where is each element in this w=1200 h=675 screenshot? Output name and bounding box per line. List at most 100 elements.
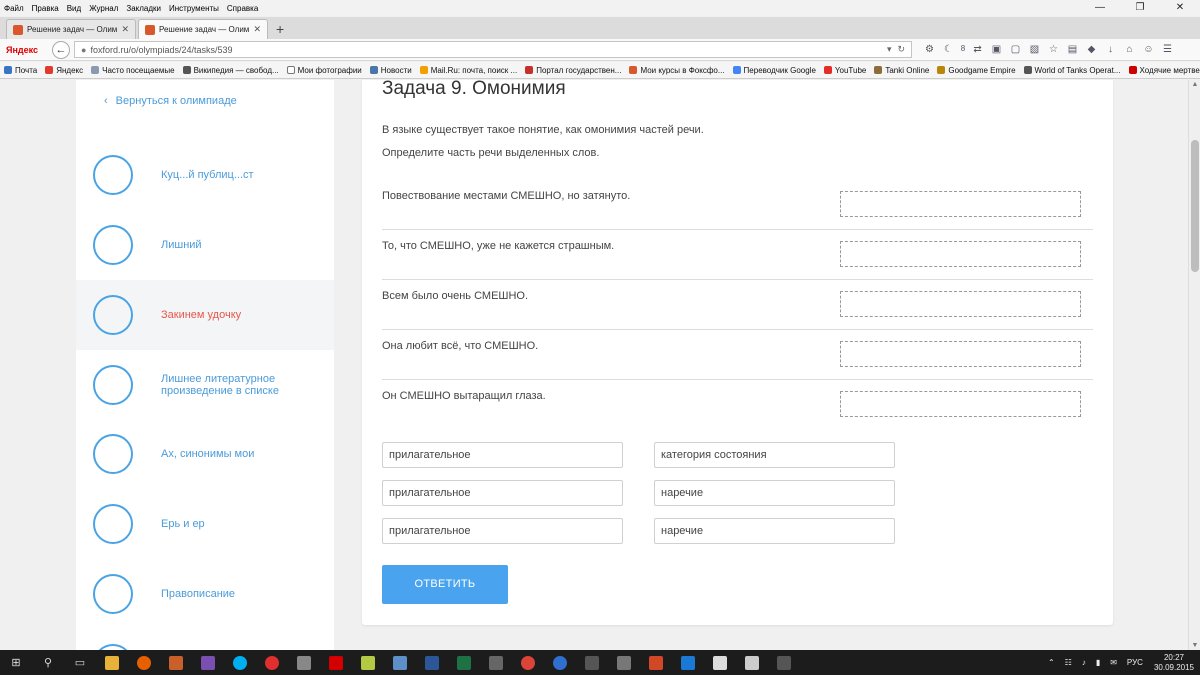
chat-icon[interactable]: ☺ [1139,44,1158,55]
answer-drop-zone[interactable] [840,241,1081,267]
onedrive-icon[interactable] [550,655,570,671]
search-icon[interactable]: ⚲ [38,655,58,671]
addon-icon[interactable]: ▧ [1025,44,1044,55]
bookmark-item[interactable]: Переводчик Google [732,66,816,75]
menu-bookmarks[interactable]: Закладки [126,4,161,13]
yandex-icon[interactable] [326,655,346,671]
app-icon[interactable] [774,655,794,671]
lesson-item-active[interactable]: Закинем удочку [76,280,334,350]
answer-option-chip[interactable]: наречие [654,480,895,506]
answer-option-chip[interactable]: прилагательное [382,442,623,468]
powerpoint-icon[interactable] [646,655,666,671]
answer-option-chip[interactable]: категория состояния [654,442,895,468]
calculator-icon[interactable] [742,655,762,671]
bookmark-star-icon[interactable]: ☆ [1044,44,1063,55]
bookmark-item[interactable]: Ходячие мертвецы (5 ... [1128,66,1200,75]
screenshot-icon[interactable]: ▢ [1006,44,1025,55]
tab-close-icon[interactable]: ✕ [121,24,129,35]
word-icon[interactable] [422,655,442,671]
menu-tools[interactable]: Инструменты [169,4,219,13]
bookmark-item[interactable]: YouTube [823,66,866,75]
bookmark-item[interactable]: Tanki Online [874,66,929,75]
excel-icon[interactable] [454,655,474,671]
download-icon[interactable]: ↓ [1101,44,1120,55]
back-arrow-icon[interactable]: ← [52,40,71,59]
lesson-item[interactable]: Куц...й публиц...ст [76,140,334,210]
reload-icon[interactable]: ↻ [897,44,905,55]
bookmark-item[interactable]: Часто посещаемые [91,66,175,75]
answer-option-chip[interactable]: прилагательное [382,480,623,506]
menu-history[interactable]: Журнал [89,4,118,13]
yandex-logo[interactable]: Яндекс [6,45,38,55]
tab-close-icon[interactable]: ✕ [253,24,261,35]
clock[interactable]: 20:27 30.09.2015 [1154,653,1194,673]
network-icon[interactable]: ☷ [1065,658,1072,667]
bookmark-item[interactable]: Мои фотографии [286,66,362,75]
app-icon[interactable] [390,655,410,671]
menu-icon[interactable]: ☰ [1158,44,1177,55]
app-icon[interactable] [166,655,186,671]
answer-drop-zone[interactable] [840,291,1081,317]
scrollbar-thumb[interactable] [1191,140,1199,272]
dropdown-icon[interactable]: ▾ [887,44,892,55]
extension-icon[interactable]: ⚙ [920,44,939,55]
lesson-item[interactable] [76,629,334,650]
store-icon[interactable] [710,655,730,671]
language-indicator[interactable]: РУС [1127,658,1143,667]
submit-answer-button[interactable]: ОТВЕТИТЬ [382,565,508,604]
close-icon[interactable]: ✕ [1160,0,1200,16]
lesson-item[interactable]: Лишний [76,210,334,280]
app-icon[interactable] [614,655,634,671]
app-icon[interactable] [294,655,314,671]
bookmark-item[interactable]: Википедия — свобод... [182,66,279,75]
bookmark-item[interactable]: Новости [369,66,412,75]
weather-icon[interactable]: ☾ [939,44,958,55]
sync-icon[interactable]: ⇄ [968,44,987,55]
answer-option-chip[interactable]: наречие [654,518,895,544]
bookmark-item[interactable]: Goodgame Empire [937,66,1016,75]
battery-icon[interactable]: ▮ [1096,658,1100,667]
edge-icon[interactable] [678,655,698,671]
app-icon[interactable] [582,655,602,671]
minimize-icon[interactable]: — [1080,0,1120,16]
bookmark-item[interactable]: Почта [4,66,37,75]
home-icon[interactable]: ⌂ [1120,44,1139,55]
menu-edit[interactable]: Правка [32,4,59,13]
visual-studio-icon[interactable] [198,655,218,671]
yandex-browser-icon[interactable] [262,655,282,671]
answer-drop-zone[interactable] [840,191,1081,217]
reading-list-icon[interactable]: ▤ [1063,44,1082,55]
answer-drop-zone[interactable] [840,391,1081,417]
browser-tab-2[interactable]: Решение задач — Олим... ✕ [138,19,268,39]
chrome-icon[interactable] [518,655,538,671]
chevron-up-icon[interactable]: ⌃ [1048,658,1055,667]
back-to-olympiad-link[interactable]: ‹ Вернуться к олимпиаде [104,95,237,107]
menu-file[interactable]: Файл [4,4,24,13]
notifications-icon[interactable]: ✉ [1110,658,1117,667]
bookmark-item[interactable]: World of Tanks Operat... [1023,66,1121,75]
page-scrollbar[interactable]: ▲ ▼ [1188,80,1200,650]
shield-icon[interactable]: ◆ [1082,44,1101,55]
app-icon[interactable] [358,655,378,671]
lesson-item[interactable]: Правописание [76,559,334,629]
firefox-icon[interactable] [134,655,154,671]
menu-view[interactable]: Вид [67,4,81,13]
bookmark-item[interactable]: Мои курсы в Фоксфо... [629,66,725,75]
skype-icon[interactable] [230,655,250,671]
url-bar[interactable]: ● foxford.ru/o/olympiads/24/tasks/539 ▾ … [74,41,913,58]
scroll-down-icon[interactable]: ▼ [1189,642,1200,649]
answer-option-chip[interactable]: прилагательное [382,518,623,544]
menu-help[interactable]: Справка [227,4,258,13]
lesson-item[interactable]: Лишнее литературное произведение в списк… [76,350,334,420]
windows-start-icon[interactable]: ⊞ [6,655,26,671]
lesson-item[interactable]: Ах, синонимы мои [76,419,334,489]
task-view-icon[interactable]: ▭ [70,655,90,671]
answer-drop-zone[interactable] [840,341,1081,367]
bookmark-item[interactable]: Портал государствен... [525,66,621,75]
app-icon[interactable] [486,655,506,671]
restore-icon[interactable]: ❐ [1120,0,1160,16]
browser-tab-1[interactable]: Решение задач — Олим... ✕ [6,19,136,39]
scroll-up-icon[interactable]: ▲ [1189,81,1200,88]
bookmark-item[interactable]: Mail.Ru: почта, поиск ... [419,66,517,75]
volume-icon[interactable]: ♪ [1082,658,1086,667]
